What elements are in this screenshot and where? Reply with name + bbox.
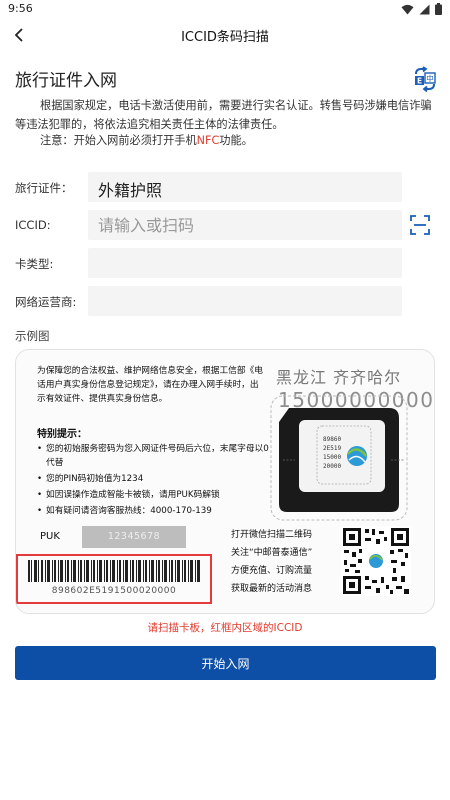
operator-label: 网络运营商: [15,295,77,309]
sim-card-graphic: 89860 2E519 15000 20000 [270,395,408,521]
card-tips-list: 您的初始服务密码为您入网证件号码后六位，末尾字母以0代替 您的PIN码初始值为1… [37,442,277,520]
puk-box: 12345678 [82,526,186,548]
travel-doc-field[interactable]: 外籍护照 [88,172,402,202]
sim-chip-line: 2E519 [323,445,341,452]
puk-label: PUK [40,531,60,542]
section-title: 旅行证件入网 [15,71,117,91]
scan-button[interactable] [408,213,432,237]
sim-chip-line: 15000 [323,454,341,461]
travel-doc-label: 旅行证件： [15,181,73,195]
iccid-row: ICCID: [15,210,435,240]
svg-text:中: 中 [426,73,434,83]
translate-icon: E 中 [415,66,436,93]
nfc-note-prefix: 注意：开始入网前必须打开手机 [40,134,197,147]
battery-icon [435,3,442,15]
card-type-row: 卡类型: [15,248,435,278]
iccid-label: ICCID: [15,218,51,232]
app-bar: ICCID条码扫描 [0,20,450,50]
card-tip-item: 如因误操作造成智能卡被锁，请用PUK码解锁 [37,488,277,502]
scan-hint: 请扫描卡板，红框内区域的ICCID [147,622,303,634]
status-time: 9:56 [8,2,33,15]
card-intro-text: 为保障您的合法权益、维护网络信息安全，根据工信部《电话用户真实身份信息登记规定》… [37,366,263,404]
iccid-input[interactable] [98,213,394,237]
qr-instructions: 打开微信扫描二维码 关注“中邮普泰通信” 方便充值、订购流量 获取最新的活动消息 [231,526,312,598]
iccid-field-box [88,210,402,240]
nfc-note: 注意：开始入网前必须打开手机NFC功能。 [40,132,253,148]
qr-line: 获取最新的活动消息 [231,584,313,594]
iccid-example-number: 898602E5191500020000 [51,586,177,596]
card-region: 黑龙江 齐齐哈尔 [276,368,402,387]
card-tip-item: 您的初始服务密码为您入网证件号码后六位，末尾字母以0代替 [37,442,277,470]
qr-line: 打开微信扫描二维码 [231,530,313,540]
card-type-label: 卡类型: [15,257,54,271]
scan-icon [410,215,430,235]
sim-chip-line: 20000 [323,463,341,470]
qr-line: 方便充值、订购流量 [231,566,313,576]
qr-line: 关注“中邮普泰通信” [231,548,313,558]
card-tip-item: 您的PIN码初始值为1234 [37,472,277,486]
app-title: ICCID条码扫描 [181,30,269,45]
barcode-graphic [28,560,200,582]
signal-icon [419,4,430,14]
language-switch-button[interactable]: E 中 [412,66,438,93]
example-card-image: 为保障您的合法权益、维护网络信息安全，根据工信部《电话用户真实身份信息登记规定》… [15,349,435,614]
start-network-button[interactable]: 开始入网 [15,646,436,680]
sim-chip-line: 89860 [323,436,341,443]
operator-field[interactable] [88,286,402,316]
iccid-highlight-box: 898602E5191500020000 [16,554,212,604]
travel-doc-value: 外籍护照 [98,181,163,200]
wifi-icon [401,4,414,14]
travel-doc-row: 旅行证件： 外籍护照 [15,172,435,202]
puk-value: 12345678 [107,531,161,542]
legal-notice: 根据国家规定，电话卡激活使用前，需要进行实名认证。转售号码涉嫌电信诈骗等违法犯罪… [15,96,440,134]
notice-text: 根据国家规定，电话卡激活使用前，需要进行实名认证。转售号码涉嫌电信诈骗等违法犯罪… [15,99,432,131]
svg-text:E: E [417,77,422,86]
status-icons [401,3,442,15]
operator-row: 网络运营商: [15,286,435,316]
card-tips-title: 特别提示： [37,429,87,440]
status-bar: 9:56 [0,0,450,20]
card-type-field[interactable] [88,248,402,278]
nfc-note-suffix: 功能。 [219,134,253,147]
qr-code-graphic [341,526,411,596]
nfc-highlight: NFC [196,134,220,147]
start-button-label: 开始入网 [201,656,250,671]
example-label: 示例图 [15,329,50,343]
card-tip-item: 如有疑问请咨询客服热线：4000-170-139 [37,504,277,518]
